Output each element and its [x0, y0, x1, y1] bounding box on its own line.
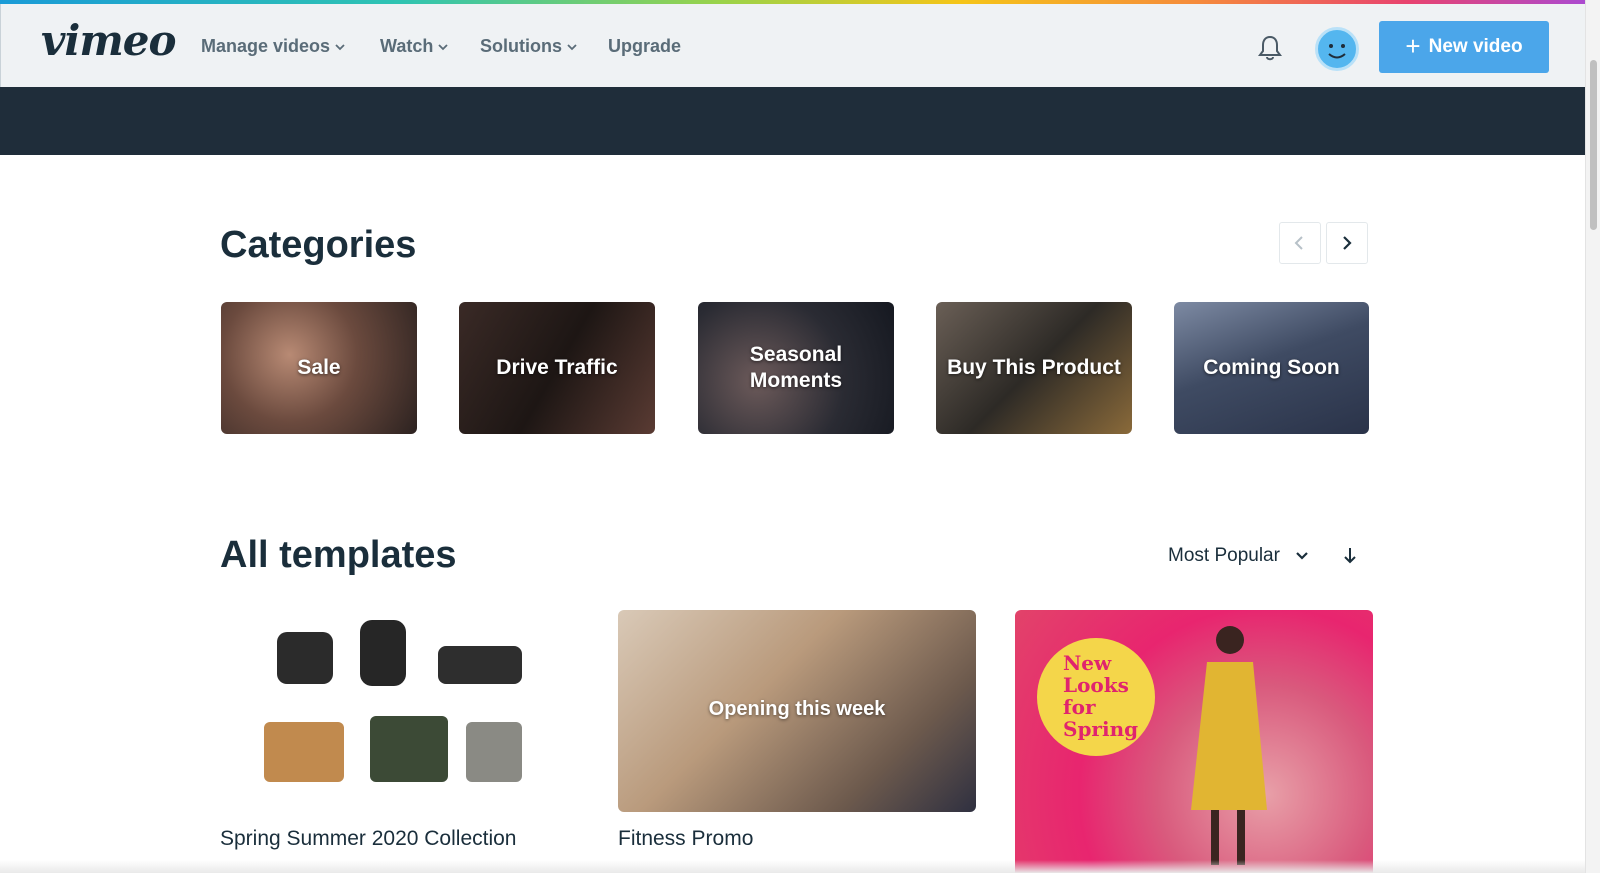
sort-label: Most Popular — [1168, 545, 1280, 566]
model-figure-image — [1191, 626, 1267, 865]
arrow-down-icon[interactable] — [1340, 546, 1360, 566]
vimeo-logo[interactable]: vimeo — [41, 16, 177, 65]
user-avatar[interactable] — [1315, 27, 1359, 71]
hero-banner — [0, 87, 1585, 155]
chevron-down-icon — [335, 43, 345, 50]
sort-dropdown[interactable]: Most Popular — [1168, 545, 1310, 567]
chevron-right-icon — [1343, 236, 1352, 250]
chevron-down-icon — [1296, 552, 1308, 560]
template-overlay-text: Opening this week — [708, 698, 886, 720]
category-card-buy-this-product[interactable]: Buy This Product — [936, 302, 1132, 434]
nav-solutions[interactable]: Solutions — [480, 36, 578, 57]
all-templates-heading: All templates — [220, 534, 457, 576]
nav-watch[interactable]: Watch — [380, 36, 449, 57]
chevron-left-icon — [1294, 236, 1303, 250]
nav-watch-label: Watch — [380, 36, 434, 56]
categories-next-button[interactable] — [1326, 222, 1368, 264]
template-card-spring-summer[interactable] — [220, 610, 578, 812]
new-video-button[interactable]: + New video — [1379, 21, 1549, 73]
nav-manage-videos-label: Manage videos — [201, 36, 331, 56]
nav-upgrade-label: Upgrade — [608, 36, 682, 56]
category-label: Drive Traffic — [496, 355, 618, 379]
template-title: Fitness Promo — [618, 827, 754, 850]
nav-manage-videos[interactable]: Manage videos — [201, 36, 346, 57]
bottom-fade — [0, 860, 1585, 873]
top-navigation: vimeo Manage videos Watch Solutions Upgr… — [0, 4, 1585, 87]
category-card-sale[interactable]: Sale — [221, 302, 417, 434]
page-scrollbar[interactable] — [1585, 0, 1600, 873]
category-label: Seasonal Moments — [749, 342, 843, 392]
category-label: Buy This Product — [947, 355, 1121, 379]
chevron-down-icon — [567, 43, 577, 50]
template-title: Spring Summer 2020 Collection — [220, 827, 517, 850]
categories-prev-button[interactable] — [1279, 222, 1321, 264]
bags-product-thumbnail — [264, 620, 522, 782]
new-video-label: New video — [1428, 36, 1523, 57]
bell-icon[interactable] — [1257, 34, 1283, 62]
template-card-new-looks[interactable]: New Looks for Spring — [1015, 610, 1373, 873]
category-card-drive-traffic[interactable]: Drive Traffic — [459, 302, 655, 434]
category-card-seasonal-moments[interactable]: Seasonal Moments — [698, 302, 894, 434]
smiley-avatar-icon — [1328, 44, 1346, 59]
chevron-down-icon — [438, 43, 448, 50]
categories-heading: Categories — [220, 224, 417, 266]
category-label: Coming Soon — [1203, 355, 1340, 379]
scrollbar-thumb[interactable] — [1590, 60, 1597, 230]
nav-upgrade[interactable]: Upgrade — [608, 36, 681, 57]
nav-solutions-label: Solutions — [480, 36, 562, 56]
category-card-coming-soon[interactable]: Coming Soon — [1174, 302, 1369, 434]
template-card-fitness-promo[interactable]: Opening this week — [618, 610, 976, 812]
category-label: Sale — [297, 355, 341, 379]
plus-icon: + — [1405, 30, 1421, 61]
